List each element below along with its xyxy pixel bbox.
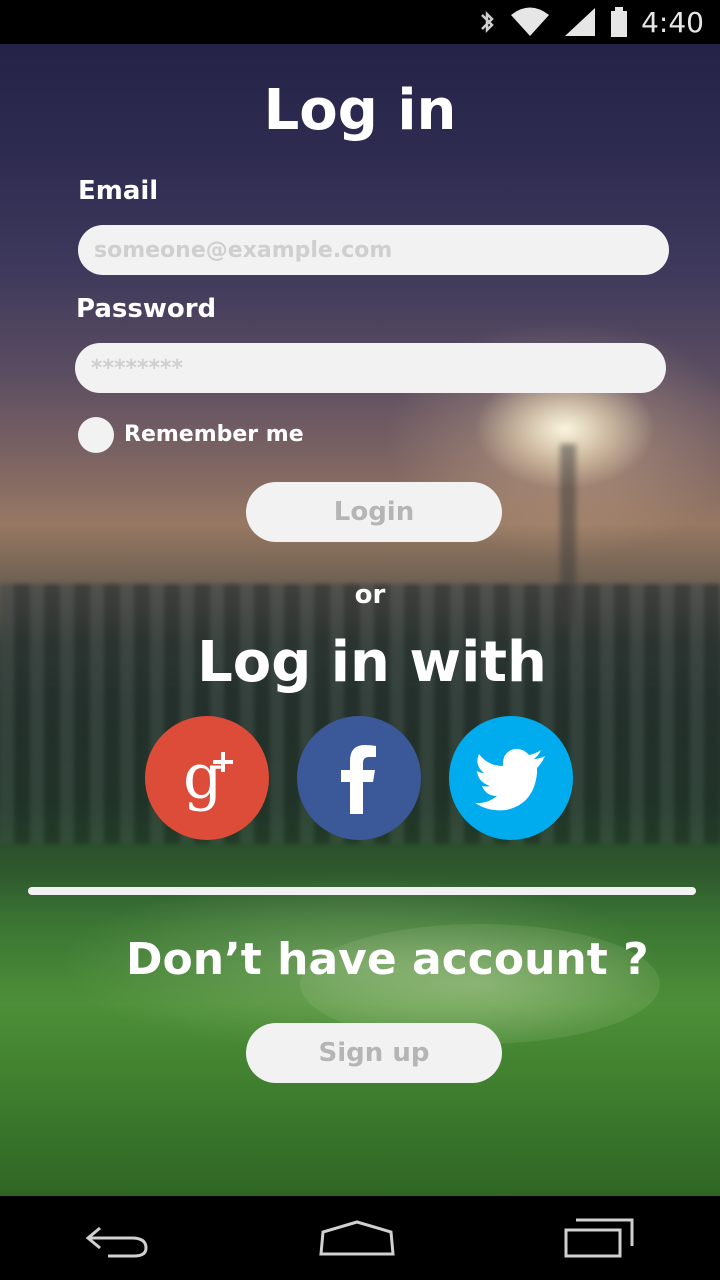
signal-icon	[565, 8, 596, 36]
svg-text:g: g	[183, 740, 223, 813]
no-account-prompt: Don’t have account ?	[126, 934, 649, 985]
status-icons: 4:40	[477, 0, 704, 44]
page-title: Log in	[263, 78, 457, 143]
remember-me-radio[interactable]	[78, 417, 114, 453]
password-label: Password	[76, 294, 217, 324]
back-icon[interactable]	[82, 1218, 152, 1258]
home-icon[interactable]	[317, 1218, 397, 1258]
navigation-bar	[0, 1196, 720, 1280]
facebook-button[interactable]	[297, 716, 421, 840]
status-bar: 4:40	[0, 0, 720, 44]
wifi-icon	[511, 7, 550, 36]
recents-icon[interactable]	[562, 1218, 638, 1258]
or-separator: or	[354, 580, 386, 610]
password-field[interactable]	[75, 343, 666, 393]
email-field[interactable]	[78, 225, 669, 275]
battery-icon	[611, 7, 628, 37]
divider	[28, 887, 696, 895]
twitter-button[interactable]	[449, 716, 573, 840]
login-with-title: Log in with	[197, 630, 547, 695]
remember-me-label: Remember me	[124, 422, 304, 447]
email-label: Email	[78, 176, 159, 206]
twitter-icon	[475, 748, 545, 811]
clock: 4:40	[641, 5, 704, 39]
google-plus-icon: g	[183, 740, 233, 813]
login-button[interactable]: Login	[246, 482, 502, 542]
sign-up-button[interactable]: Sign up	[246, 1023, 502, 1083]
google-plus-button[interactable]: g	[145, 716, 269, 840]
bluetooth-icon	[481, 10, 494, 34]
facebook-icon	[341, 745, 376, 814]
